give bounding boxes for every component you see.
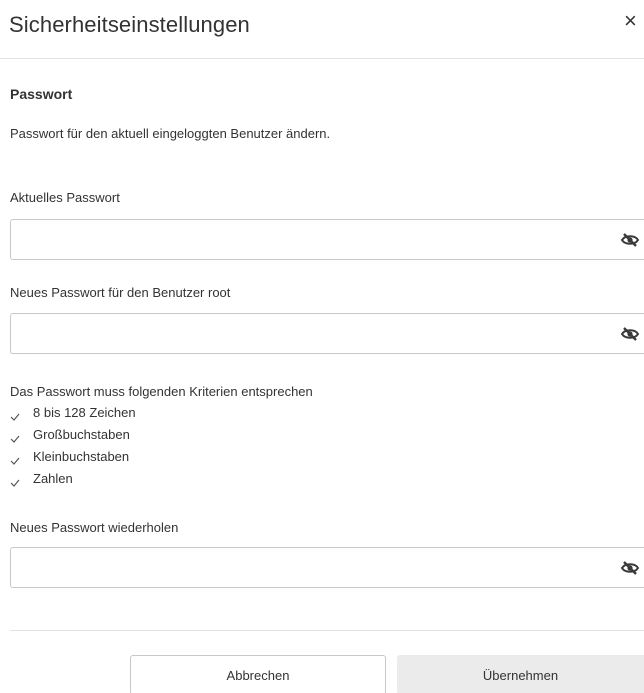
criteria-item-label: 8 bis 128 Zeichen [33,405,136,420]
criteria-item-label: Kleinbuchstaben [33,449,130,464]
apply-button[interactable]: Übernehmen [397,655,644,693]
dialog-title: Sicherheitseinstellungen [9,12,250,37]
current-password-label: Aktuelles Passwort [10,190,120,205]
new-password-label: Neues Passwort für den Benutzer root [10,285,231,300]
list-item: Kleinbuchstaben [10,448,136,470]
criteria-item-label: Großbuchstaben [33,427,130,442]
new-password-input[interactable] [11,314,601,353]
list-item: 8 bis 128 Zeichen [10,404,136,426]
repeat-password-label: Neues Passwort wiederholen [10,520,179,535]
close-icon[interactable]: × [624,10,642,34]
repeat-password-field [10,547,644,588]
new-password-field [10,313,644,354]
check-icon [10,474,22,492]
check-icon [10,430,22,448]
check-icon [10,452,22,470]
current-password-input[interactable] [11,220,601,259]
list-item: Großbuchstaben [10,426,136,448]
footer-divider [10,630,644,631]
criteria-list: 8 bis 128 Zeichen Großbuchstaben Kleinbu… [10,404,136,492]
cancel-button[interactable]: Abbrechen [130,655,386,693]
repeat-password-input[interactable] [11,548,601,587]
security-settings-dialog: Sicherheitseinstellungen × Passwort Pass… [0,0,644,693]
section-description: Passwort für den aktuell eingeloggten Be… [10,126,331,141]
section-title-password: Passwort [10,86,73,102]
current-password-field [10,219,644,260]
list-item: Zahlen [10,470,136,492]
eye-slash-icon[interactable] [620,230,640,250]
dialog-header: Sicherheitseinstellungen × [0,0,644,59]
check-icon [10,408,22,426]
eye-slash-icon[interactable] [620,324,640,344]
criteria-item-label: Zahlen [33,471,73,486]
criteria-title: Das Passwort muss folgenden Kriterien en… [10,384,313,399]
eye-slash-icon[interactable] [620,558,640,578]
